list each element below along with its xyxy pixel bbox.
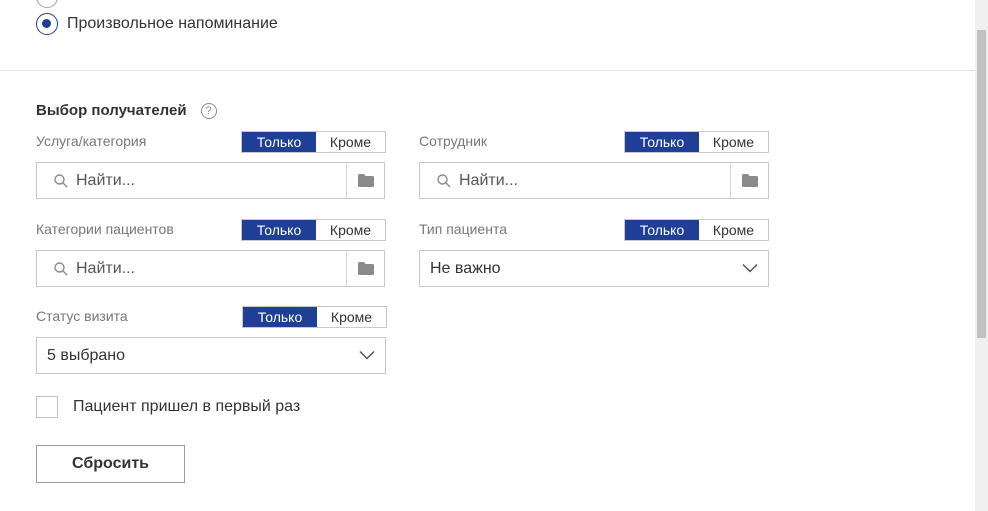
patient-type-label: Тип пациента: [419, 221, 507, 237]
visit-status-select[interactable]: 5 выбрано: [36, 337, 386, 374]
search-icon: [420, 163, 452, 198]
visit-status-value: 5 выбрано: [47, 346, 126, 364]
reminder-option-hidden[interactable]: [36, 0, 67, 8]
radio-button[interactable]: [36, 0, 58, 8]
first-visit-checkbox[interactable]: [36, 396, 58, 418]
employee-filter-toggle: Только Кроме: [624, 131, 769, 153]
toggle-only-button[interactable]: Только: [242, 220, 316, 240]
toggle-only-button[interactable]: Только: [242, 132, 316, 152]
service-label: Услуга/категория: [36, 133, 147, 149]
section-title-text: Выбор получателей: [36, 102, 187, 119]
reset-button[interactable]: Сбросить: [36, 445, 185, 483]
visit-status-filter-toggle: Только Кроме: [242, 306, 387, 328]
toggle-only-button[interactable]: Только: [625, 132, 699, 152]
employee-search: [419, 162, 769, 199]
toggle-except-button[interactable]: Кроме: [317, 307, 386, 327]
service-search-input[interactable]: [69, 163, 346, 198]
reminder-option-label: Произвольное напоминание: [67, 15, 278, 32]
toggle-except-button[interactable]: Кроме: [316, 220, 385, 240]
first-visit-option[interactable]: Пациент пришел в первый раз: [36, 396, 300, 418]
patient-categories-search-input[interactable]: [69, 251, 346, 286]
service-filter-toggle: Только Кроме: [241, 131, 386, 153]
radio-button-selected[interactable]: [36, 13, 58, 35]
toggle-except-button[interactable]: Кроме: [316, 132, 385, 152]
chevron-down-icon: [742, 260, 758, 278]
patient-type-select[interactable]: Не важно: [419, 250, 769, 287]
folder-icon[interactable]: [346, 163, 384, 198]
recipients-section-title: Выбор получателей ?: [36, 102, 217, 119]
toggle-only-button[interactable]: Только: [625, 220, 699, 240]
service-search: [36, 162, 385, 199]
question-circle-icon[interactable]: ?: [200, 102, 217, 119]
patient-type-value: Не важно: [430, 259, 501, 277]
chevron-down-icon: [359, 347, 375, 365]
search-icon: [37, 163, 69, 198]
scrollbar-thumb[interactable]: [977, 30, 986, 338]
employee-label: Сотрудник: [419, 133, 488, 149]
toggle-only-button[interactable]: Только: [243, 307, 317, 327]
patient-categories-filter-toggle: Только Кроме: [241, 219, 386, 241]
patient-categories-search: [36, 250, 385, 287]
folder-icon[interactable]: [730, 163, 768, 198]
toggle-except-button[interactable]: Кроме: [699, 220, 768, 240]
reminder-option-custom[interactable]: Произвольное напоминание: [36, 13, 278, 35]
patient-categories-label: Категории пациентов: [36, 221, 174, 237]
folder-icon[interactable]: [346, 251, 384, 286]
search-icon: [37, 251, 69, 286]
visit-status-label: Статус визита: [36, 308, 128, 324]
first-visit-label: Пациент пришел в первый раз: [73, 398, 301, 415]
toggle-except-button[interactable]: Кроме: [699, 132, 768, 152]
employee-search-input[interactable]: [452, 163, 730, 198]
patient-type-filter-toggle: Только Кроме: [624, 219, 769, 241]
section-divider: [0, 70, 975, 71]
